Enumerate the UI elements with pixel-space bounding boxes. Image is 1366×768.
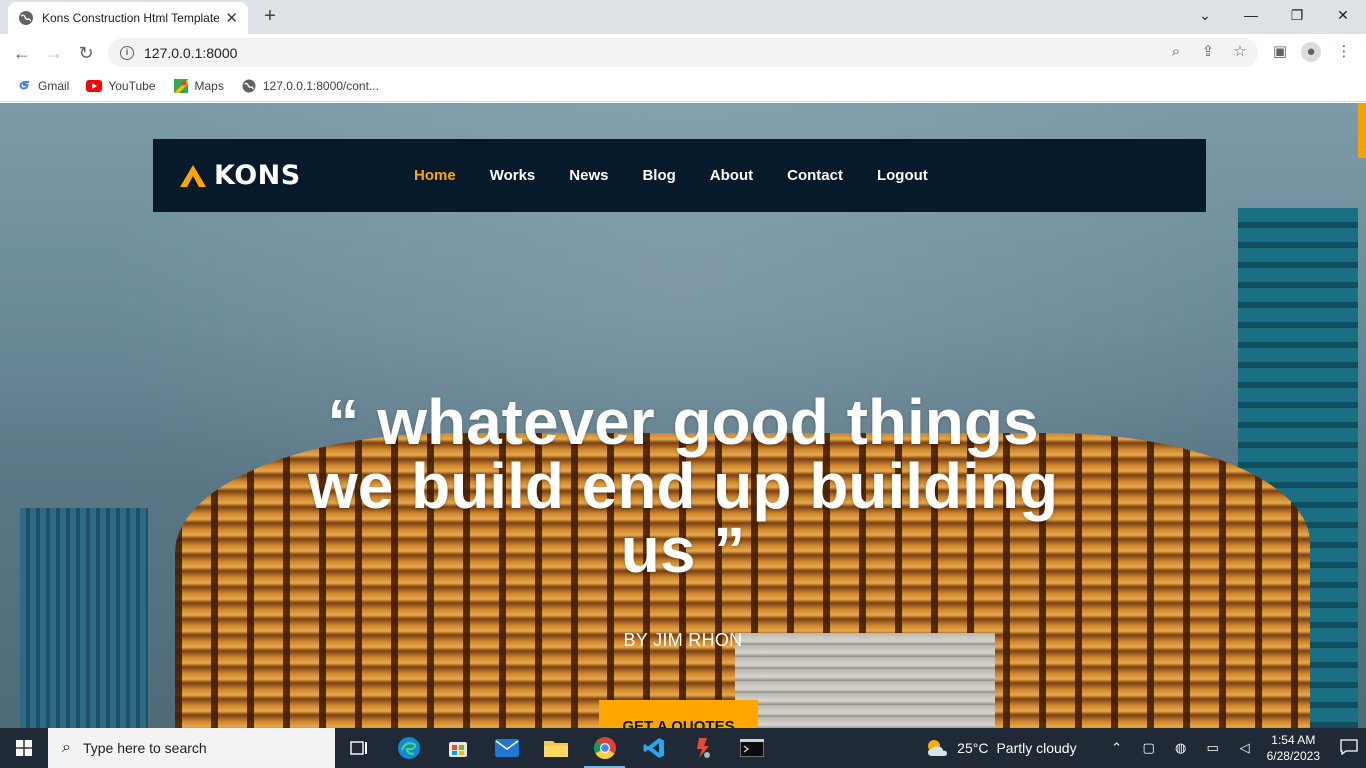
profile-avatar-icon[interactable]: ● (1301, 42, 1321, 62)
vscode-icon[interactable] (629, 728, 678, 768)
nav-works[interactable]: Works (490, 167, 536, 184)
close-window-button[interactable]: ✕ (1320, 0, 1366, 30)
notification-center-icon[interactable] (1332, 738, 1366, 758)
browser-tab[interactable]: Kons Construction Html Template ✕ (8, 2, 248, 34)
globe-icon (241, 78, 257, 94)
background-tower-left (20, 508, 148, 728)
tab-close-icon[interactable]: ✕ (225, 9, 238, 27)
language-globe-icon[interactable]: ◍ (1165, 740, 1197, 756)
bookmark-contact[interactable]: 127.0.0.1:8000/cont... (241, 78, 379, 94)
nav-news[interactable]: News (569, 167, 608, 184)
forward-button[interactable]: → (42, 41, 66, 65)
get-quotes-button[interactable]: GET A QUOTES (599, 700, 758, 728)
restore-button[interactable]: ❐ (1274, 0, 1320, 30)
site-logo[interactable]: KONS (180, 160, 405, 191)
site-info-icon[interactable]: i (120, 45, 134, 60)
bookmark-gmail[interactable]: Gmail (16, 78, 69, 94)
tab-title: Kons Construction Html Template (42, 11, 220, 25)
globe-icon (19, 11, 33, 25)
nav-logout[interactable]: Logout (877, 167, 928, 184)
browser-tabstrip: Kons Construction Html Template ✕ + ⌄ — … (0, 0, 1366, 34)
new-tab-button[interactable]: + (260, 6, 280, 26)
volume-icon[interactable]: ◁ (1229, 740, 1261, 756)
taskbar-clock[interactable]: 1:54 AM 6/28/2023 (1267, 732, 1320, 764)
bookmark-youtube[interactable]: YouTube (86, 78, 156, 94)
zoom-icon[interactable]: ⌕ (1166, 42, 1186, 62)
page-scrollbar[interactable] (1358, 103, 1366, 158)
edge-browser-icon[interactable] (384, 728, 433, 768)
nav-contact[interactable]: Contact (787, 167, 843, 184)
hero-section: KONS Home Works News Blog About Contact … (0, 103, 1366, 728)
mail-icon[interactable] (482, 728, 531, 768)
youtube-icon (86, 78, 103, 94)
logo-text: KONS (214, 160, 301, 191)
search-placeholder: Type here to search (82, 740, 207, 756)
clock-date: 6/28/2023 (1266, 749, 1320, 763)
system-tray: 25°C Partly cloudy ⌃ ▢ ◍ ▭ ◁ 1:54 AM 6/2… (925, 728, 1366, 768)
search-icon: ⌕ (62, 739, 71, 756)
task-view-icon[interactable] (335, 728, 384, 768)
nav-blog[interactable]: Blog (642, 167, 675, 184)
hero-quote: “ whatever good things we build end up b… (307, 386, 1059, 586)
maps-icon (173, 78, 189, 94)
tab-search-icon[interactable]: ⌄ (1182, 0, 1228, 30)
file-explorer-icon[interactable] (531, 728, 580, 768)
taskbar-search-box[interactable]: ⌕ Type here to search (48, 728, 335, 768)
weather-temp: 25°C (957, 740, 989, 756)
hero-author: BY JIM RHON (623, 630, 743, 650)
bookmark-star-icon[interactable]: ☆ (1230, 42, 1250, 62)
battery-icon[interactable]: ▭ (1197, 740, 1229, 756)
site-navbar: KONS Home Works News Blog About Contact … (153, 139, 1206, 212)
weather-text: Partly cloudy (996, 740, 1077, 756)
chevron-up-icon[interactable]: ⌃ (1101, 740, 1133, 756)
browser-toolbar: ← → ↻ i 127.0.0.1:8000 ⌕ ⇪ ☆ ▣ ● ⋮ (0, 34, 1366, 70)
gmail-icon (16, 78, 32, 94)
back-button[interactable]: ← (10, 41, 34, 65)
chrome-icon[interactable] (580, 728, 629, 768)
address-bar[interactable]: i 127.0.0.1:8000 (108, 38, 1258, 67)
side-panel-icon[interactable]: ▣ (1270, 42, 1290, 62)
terminal-icon[interactable] (727, 728, 776, 768)
logo-triangle-icon (180, 164, 206, 187)
windows-taskbar: ⌕ Type here to search 25°C Partly cloudy (0, 728, 1366, 768)
main-menu: Home Works News Blog About Contact Logou… (414, 167, 962, 184)
git-tool-icon[interactable] (678, 728, 727, 768)
url-text: 127.0.0.1:8000 (144, 44, 238, 61)
nav-home[interactable]: Home (414, 167, 456, 184)
microsoft-store-icon[interactable] (433, 728, 482, 768)
partly-cloudy-icon (928, 740, 948, 756)
minimize-button[interactable]: — (1228, 0, 1274, 30)
bookmarks-bar: Gmail YouTube Maps 127.0.0.1:8000/cont..… (0, 70, 1366, 102)
meet-now-icon[interactable]: ▢ (1133, 740, 1165, 756)
bookmark-maps[interactable]: Maps (173, 78, 224, 94)
reload-button[interactable]: ↻ (74, 41, 98, 65)
clock-time: 1:54 AM (1271, 733, 1316, 747)
windows-logo-icon (16, 740, 32, 756)
weather-widget[interactable]: 25°C Partly cloudy (925, 738, 1077, 758)
nav-about[interactable]: About (710, 167, 753, 184)
menu-kebab-icon[interactable]: ⋮ (1334, 42, 1354, 62)
hero-content: “ whatever good things we build end up b… (300, 390, 1066, 651)
share-icon[interactable]: ⇪ (1198, 42, 1218, 62)
start-button[interactable] (0, 728, 48, 768)
